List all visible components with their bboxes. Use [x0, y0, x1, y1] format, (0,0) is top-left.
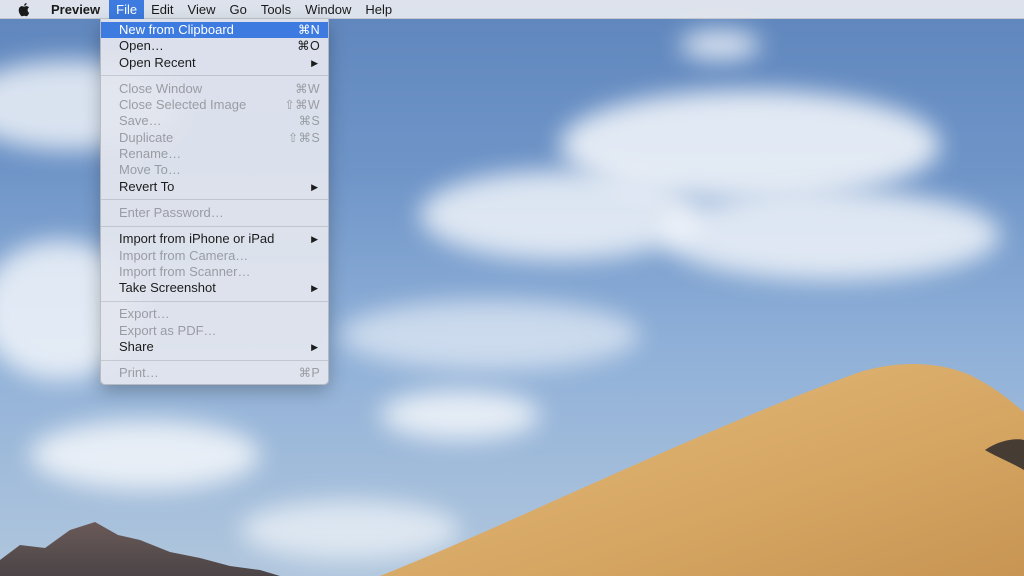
menu-window[interactable]: Window — [298, 0, 358, 19]
menu-item-label: Revert To — [119, 178, 175, 194]
menu-item-label: Import from Scanner… — [119, 263, 251, 279]
menu-item-shortcut: ⇧⌘S — [287, 130, 320, 145]
menu-item-duplicate: Duplicate ⇧⌘S — [101, 130, 328, 146]
menu-item-label: Print… — [119, 365, 159, 381]
menu-file[interactable]: File — [109, 0, 145, 19]
chevron-right-icon: ▶ — [311, 342, 318, 353]
menu-item-rename: Rename… — [101, 146, 328, 162]
menu-item-label: Close Window — [119, 80, 203, 96]
menu-separator — [101, 300, 328, 302]
menu-item-label: Share — [119, 339, 154, 355]
menu-item-label: Import from Camera… — [119, 247, 249, 263]
menu-item-shortcut: ⌘S — [298, 114, 320, 129]
menu-item-label: Rename… — [119, 146, 182, 162]
menu-item-label: Open… — [119, 38, 164, 54]
menu-tools[interactable]: Tools — [254, 0, 298, 19]
menu-item-new-from-clipboard[interactable]: New from Clipboard ⌘N — [101, 22, 328, 39]
menu-separator — [101, 199, 328, 201]
menu-item-label: New from Clipboard — [119, 22, 234, 37]
menu-separator — [101, 75, 328, 77]
menu-item-import-from-iphone-or-ipad[interactable]: Import from iPhone or iPad ▶ — [101, 231, 328, 247]
menu-item-print: Print… ⌘P — [101, 365, 328, 381]
menu-item-take-screenshot[interactable]: Take Screenshot ▶ — [101, 280, 328, 296]
menu-item-import-from-scanner: Import from Scanner… — [101, 264, 328, 280]
sand-dune — [380, 364, 1024, 576]
chevron-right-icon: ▶ — [311, 57, 318, 68]
menu-view[interactable]: View — [181, 0, 223, 19]
menu-item-shortcut: ⌘P — [298, 366, 320, 381]
menu-app-name[interactable]: Preview — [44, 0, 109, 19]
menu-item-label: Close Selected Image — [119, 97, 247, 113]
menu-item-shortcut: ⇧⌘W — [284, 98, 320, 113]
menu-item-shortcut: ⌘O — [297, 39, 320, 54]
menu-item-open-recent[interactable]: Open Recent ▶ — [101, 55, 328, 71]
mountain-range — [0, 522, 280, 576]
menu-item-shortcut: ⌘W — [295, 81, 320, 96]
menu-item-export-as-pdf: Export as PDF… — [101, 323, 328, 339]
menu-item-label: Move To… — [119, 162, 181, 178]
chevron-right-icon: ▶ — [311, 234, 318, 245]
menu-item-revert-to[interactable]: Revert To ▶ — [101, 179, 328, 195]
chevron-right-icon: ▶ — [311, 181, 318, 192]
menu-item-label: Duplicate — [119, 129, 174, 145]
file-menu-dropdown: New from Clipboard ⌘N Open… ⌘O Open Recent ▶ C… — [100, 19, 329, 385]
menu-item-label: Save… — [119, 113, 162, 129]
menu-item-export: Export… — [101, 306, 328, 322]
menu-item-save: Save… ⌘S — [101, 113, 328, 129]
menu-item-move-to: Move To… — [101, 162, 328, 178]
menu-separator — [101, 225, 328, 227]
menu-go[interactable]: Go — [222, 0, 253, 19]
menu-item-label: Export as PDF… — [119, 322, 217, 338]
menu-edit[interactable]: Edit — [144, 0, 180, 19]
menu-item-close-window: Close Window ⌘W — [101, 81, 328, 97]
menu-item-shortcut: ⌘N — [297, 23, 320, 37]
menu-item-share[interactable]: Share ▶ — [101, 339, 328, 355]
menu-item-enter-password: Enter Password… — [101, 205, 328, 221]
menu-item-label: Export… — [119, 306, 170, 322]
menu-separator — [101, 359, 328, 361]
menu-item-label: Import from iPhone or iPad — [119, 231, 275, 247]
chevron-right-icon: ▶ — [311, 283, 318, 294]
menu-item-label: Enter Password… — [119, 204, 224, 220]
menu-item-label: Take Screenshot — [119, 280, 216, 296]
menu-item-label: Open Recent — [119, 54, 196, 70]
menu-item-close-selected-image: Close Selected Image ⇧⌘W — [101, 97, 328, 113]
menu-help[interactable]: Help — [358, 0, 399, 19]
menu-bar: Preview File Edit View Go Tools Window H… — [0, 0, 1024, 19]
menu-item-open[interactable]: Open… ⌘O — [101, 38, 328, 54]
apple-icon[interactable] — [16, 1, 30, 17]
menu-item-import-from-camera: Import from Camera… — [101, 248, 328, 264]
